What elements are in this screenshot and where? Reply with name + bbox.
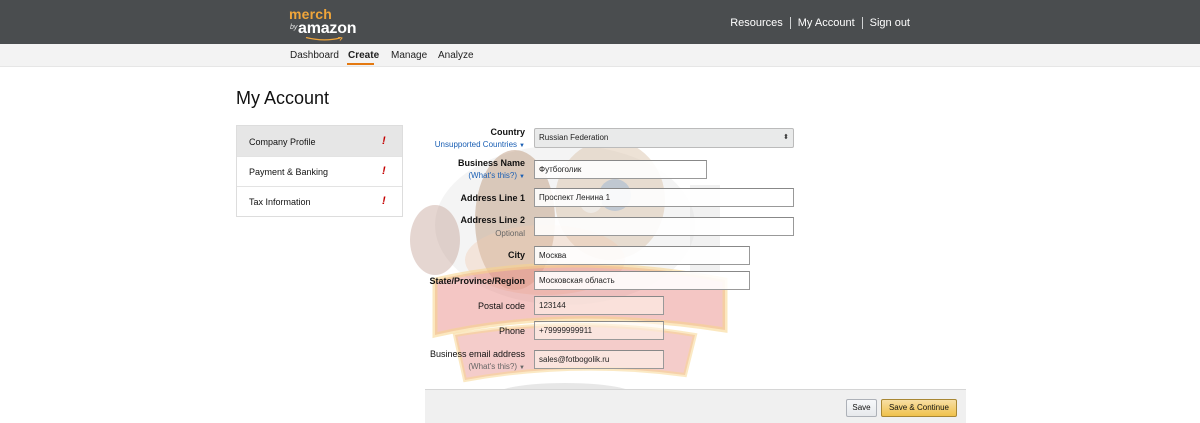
address-line-2-label: Address Line 2 (460, 215, 525, 225)
triangle-down-icon: ▼ (519, 174, 525, 180)
active-tab-indicator (347, 63, 374, 65)
business-email-label: Business email address (429, 349, 525, 359)
sidebar-item-payment-banking[interactable]: Payment & Banking ! (237, 156, 402, 187)
sidebar-item-label: Company Profile (249, 137, 316, 147)
link-divider (861, 17, 863, 29)
phone-input[interactable]: +79999999911 (534, 321, 664, 340)
unsupported-countries-text: Unsupported Countries (434, 140, 518, 149)
tab-dashboard[interactable]: Dashboard (290, 50, 339, 61)
state-label: State/Province/Region (429, 276, 525, 286)
country-selected-value: Russian Federation (539, 133, 609, 142)
business-name-input[interactable]: Футбоголик (534, 160, 707, 179)
country-select[interactable]: Russian Federation ⬍ (534, 128, 794, 148)
sidebar-item-tax-information[interactable]: Tax Information ! (237, 186, 402, 216)
business-email-input[interactable]: sales@fotbogolik.ru (534, 350, 664, 369)
header-links: Resources My Account Sign out (730, 17, 910, 29)
whats-this-text: (What's this?) (468, 362, 518, 371)
unsupported-countries-link[interactable]: Unsupported Countries ▼ (385, 140, 525, 149)
business-email-whats-this-link[interactable]: (What's this?) ▼ (385, 362, 525, 371)
address-line-1-label: Address Line 1 (460, 193, 525, 203)
state-input[interactable]: Московская область (534, 271, 750, 290)
sidebar-item-label: Payment & Banking (249, 167, 329, 177)
amazon-smile-icon (305, 37, 343, 41)
save-and-continue-button[interactable]: Save & Continue (881, 399, 957, 417)
save-button[interactable]: Save (846, 399, 877, 417)
resources-link[interactable]: Resources (730, 17, 783, 29)
sidebar-item-label: Tax Information (249, 197, 311, 207)
sub-navigation-bar (0, 44, 1200, 67)
city-label: City (507, 250, 525, 260)
sign-out-link[interactable]: Sign out (870, 17, 910, 29)
select-arrows-icon: ⬍ (783, 134, 789, 141)
whats-this-text: (What's this?) (468, 171, 518, 180)
link-divider (789, 17, 791, 29)
address-line-1-input[interactable]: Проспект Ленина 1 (534, 188, 794, 207)
logo-by-text: by (290, 24, 298, 31)
address-line-2-input[interactable] (534, 217, 794, 236)
tab-create[interactable]: Create (348, 50, 379, 61)
tab-manage[interactable]: Manage (391, 50, 427, 61)
city-input[interactable]: Москва (534, 246, 750, 265)
my-account-link[interactable]: My Account (798, 17, 855, 29)
sidebar-item-company-profile[interactable]: Company Profile ! (237, 126, 402, 157)
business-name-label: Business Name (457, 158, 525, 168)
postal-code-input[interactable]: 123144 (534, 296, 664, 315)
postal-code-label: Postal code (477, 301, 525, 311)
account-sidebar-menu: Company Profile ! Payment & Banking ! Ta… (236, 125, 403, 217)
page-title: My Account (236, 88, 330, 108)
triangle-down-icon: ▼ (519, 143, 525, 149)
tab-analyze[interactable]: Analyze (438, 50, 474, 61)
business-name-whats-this-link[interactable]: (What's this?) ▼ (385, 171, 525, 180)
triangle-down-icon: ▼ (519, 365, 525, 371)
logo-amazon-text: amazon (298, 20, 357, 37)
optional-hint: Optional (495, 229, 525, 238)
phone-label: Phone (498, 326, 525, 336)
top-header-bar (0, 0, 1200, 44)
merch-by-amazon-logo[interactable]: merch by amazon (289, 6, 359, 41)
country-label: Country (490, 127, 526, 137)
